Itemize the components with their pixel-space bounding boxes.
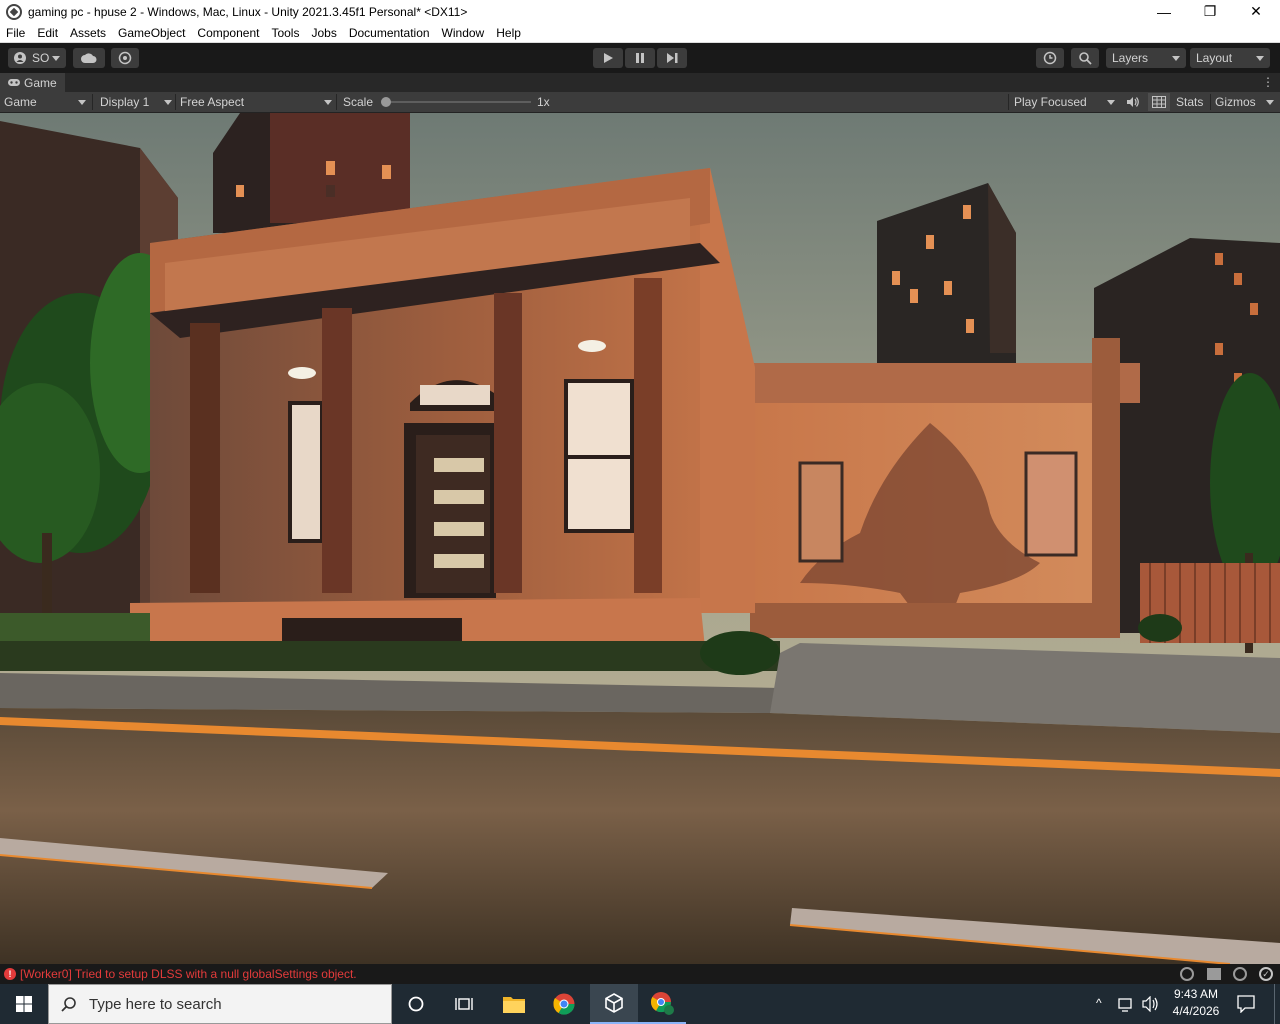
layout-label: Layout <box>1196 51 1233 65</box>
house-side-wing <box>750 338 1140 638</box>
restore-button[interactable]: ❐ <box>1187 0 1233 23</box>
layout-dropdown[interactable]: Layout <box>1190 48 1270 68</box>
task-view-icon[interactable] <box>440 984 488 1024</box>
menu-gameobject[interactable]: GameObject <box>112 26 191 40</box>
unity-logo-icon <box>6 3 22 20</box>
display-select[interactable]: Display 1 <box>100 92 174 112</box>
menu-file[interactable]: File <box>0 26 31 40</box>
gizmos-button[interactable]: Gizmos <box>1215 92 1256 112</box>
minimize-button[interactable]: — <box>1141 0 1187 23</box>
menu-jobs[interactable]: Jobs <box>305 26 342 40</box>
play-icon <box>604 53 613 63</box>
layers-label: Layers <box>1112 51 1149 65</box>
taskbar-clock[interactable]: 9:43 AM 4/4/2026 <box>1166 986 1226 1020</box>
volume-icon[interactable] <box>1142 995 1160 1013</box>
mute-icon <box>1127 97 1139 107</box>
cache-server-icon[interactable] <box>1233 967 1247 981</box>
pause-button[interactable] <box>625 48 655 68</box>
chrome-icon[interactable] <box>540 984 588 1024</box>
road <box>0 708 1280 964</box>
stats-button[interactable]: Stats <box>1176 92 1203 112</box>
search-button[interactable] <box>1071 48 1099 68</box>
step-button[interactable] <box>657 48 687 68</box>
account-label: SO <box>32 51 50 65</box>
show-hidden-icons-icon[interactable]: ^ <box>1096 996 1110 1010</box>
search-placeholder: Type here to search <box>89 995 222 1013</box>
taskbar-search-box[interactable]: Type here to search <box>48 984 392 1024</box>
unity-icon[interactable] <box>590 984 638 1024</box>
file-explorer-icon[interactable] <box>490 984 538 1024</box>
progress-stack-icon[interactable] <box>1207 968 1221 980</box>
account-icon <box>14 52 26 64</box>
cortana-icon[interactable] <box>392 984 440 1024</box>
bug-icon[interactable] <box>1180 967 1194 981</box>
windows-taskbar: Type here to search ^ 9:43 AM 4/4/2026 <box>0 984 1280 1024</box>
scene-render <box>0 113 1280 964</box>
scale-slider-track[interactable] <box>386 101 531 103</box>
close-button[interactable]: ✕ <box>1233 0 1279 23</box>
gamepad-icon <box>8 79 20 86</box>
collab-icon <box>118 51 132 65</box>
collab-button[interactable] <box>111 48 139 68</box>
game-viewport[interactable] <box>0 113 1280 964</box>
play-mode-select[interactable]: Play Focused <box>1014 92 1118 112</box>
aspect-select-label: Free Aspect <box>180 95 245 109</box>
menu-help[interactable]: Help <box>490 26 527 40</box>
search-icon <box>1078 51 1092 65</box>
window-title: gaming pc - hpuse 2 - Windows, Mac, Linu… <box>28 4 468 19</box>
scale-value: 1x <box>537 95 550 109</box>
check-icon[interactable]: ✓ <box>1259 967 1273 981</box>
menu-edit[interactable]: Edit <box>31 26 64 40</box>
history-icon <box>1043 51 1057 65</box>
step-icon <box>666 53 677 63</box>
scale-label: Scale <box>343 95 374 109</box>
menu-bar: File Edit Assets GameObject Component To… <box>0 23 1280 43</box>
windows-start-icon[interactable] <box>0 984 48 1024</box>
mute-audio-button[interactable] <box>1124 92 1142 112</box>
pause-icon <box>636 53 644 63</box>
chrome-profile-icon[interactable] <box>638 984 686 1024</box>
notifications-icon[interactable] <box>1236 995 1256 1014</box>
cloud-icon <box>81 53 97 63</box>
game-view-controls: Game Display 1 Free Aspect Scale 1x Play… <box>0 92 1280 113</box>
menu-tools[interactable]: Tools <box>265 26 305 40</box>
tab-game-label: Game <box>24 75 57 90</box>
house-main <box>130 168 755 667</box>
layers-dropdown[interactable]: Layers <box>1106 48 1186 68</box>
menu-assets[interactable]: Assets <box>64 26 112 40</box>
play-button[interactable] <box>593 48 623 68</box>
display-select-label: Display 1 <box>100 95 150 109</box>
search-icon <box>61 997 76 1012</box>
network-icon[interactable] <box>1118 996 1136 1012</box>
clock-date: 4/4/2026 <box>1172 1004 1220 1018</box>
error-icon: ! <box>4 968 16 980</box>
cloud-button[interactable] <box>73 48 105 68</box>
tab-game[interactable]: Game <box>0 73 65 92</box>
show-desktop-button[interactable] <box>1274 984 1275 1024</box>
scale-slider-thumb[interactable] <box>381 97 391 107</box>
menu-documentation[interactable]: Documentation <box>343 26 436 40</box>
play-mode-label: Play Focused <box>1014 95 1087 109</box>
error-message[interactable]: [Worker0] Tried to setup DLSS with a nul… <box>20 967 357 981</box>
view-select-label: Game <box>4 95 37 109</box>
account-dropdown[interactable]: SO <box>8 48 66 68</box>
console-status-bar[interactable]: ! [Worker0] Tried to setup DLSS with a n… <box>0 964 1280 984</box>
aspect-select[interactable]: Free Aspect <box>180 92 334 112</box>
clock-time: 9:43 AM <box>1173 987 1219 1001</box>
main-toolbar: SO Layers Layout <box>0 44 1280 73</box>
menu-component[interactable]: Component <box>191 26 265 40</box>
game-tab-header: Game ⋮ <box>0 73 1280 92</box>
menu-window[interactable]: Window <box>436 26 491 40</box>
kebab-icon[interactable]: ⋮ <box>1262 75 1274 90</box>
grid-icon <box>1152 96 1166 108</box>
window-title-bar: gaming pc - hpuse 2 - Windows, Mac, Linu… <box>0 0 1280 23</box>
aspect-grid-button[interactable] <box>1148 93 1170 111</box>
undo-history-button[interactable] <box>1036 48 1064 68</box>
